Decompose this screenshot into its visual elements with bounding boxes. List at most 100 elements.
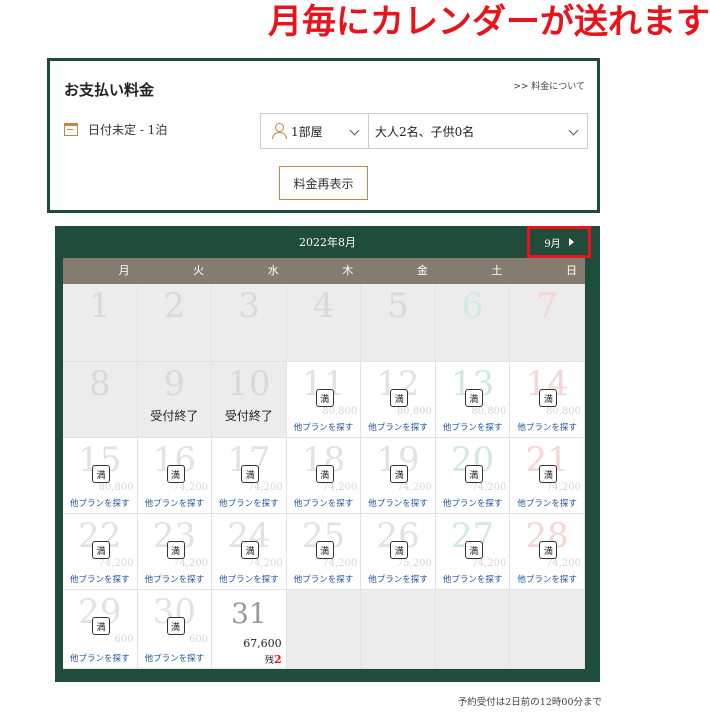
day-price: 74,200	[247, 482, 283, 493]
calendar-day-cell: 27 74,200 満他プランを探す	[435, 514, 511, 590]
person-icon	[271, 123, 287, 139]
find-other-plan-link[interactable]: 他プランを探す	[63, 497, 137, 509]
full-badge[interactable]: 満	[241, 465, 260, 483]
room-guest-selector: 1部屋 大人2名、子供0名	[260, 113, 588, 149]
calendar-day-cell: 1	[63, 284, 138, 362]
day-price: 600	[114, 634, 134, 645]
next-month-label: 9月	[544, 238, 561, 250]
calendar-day-cell	[361, 590, 436, 669]
day-price: 67,600	[243, 637, 282, 650]
find-other-plan-link[interactable]: 他プランを探す	[361, 497, 435, 509]
calendar-day-cell	[286, 590, 362, 669]
calendar-day-cell: 6	[435, 284, 511, 362]
full-badge[interactable]: 満	[464, 389, 483, 407]
calendar-day-cell: 26 75,200 満他プランを探す	[361, 514, 436, 590]
promo-headline: 月毎にカレンダーが送れます	[268, 2, 710, 42]
full-badge[interactable]: 満	[315, 465, 334, 483]
date-text: 日付未定 - 1泊	[88, 123, 168, 137]
day-price: 74,200	[322, 482, 358, 493]
find-other-plan-link[interactable]: 他プランを探す	[138, 652, 212, 664]
full-badge[interactable]: 満	[539, 465, 558, 483]
full-badge[interactable]: 満	[464, 465, 483, 483]
find-other-plan-link[interactable]: 他プランを探す	[361, 573, 435, 585]
full-badge[interactable]: 満	[241, 541, 260, 559]
day-price: 80,800	[545, 406, 581, 417]
remaining-label: 残	[265, 656, 275, 666]
full-badge[interactable]: 満	[166, 465, 185, 483]
calendar-day-cell: 9 受付終了	[137, 362, 213, 438]
remaining-count: 2	[274, 653, 282, 666]
calendar-day-cell: 24 74,200 満他プランを探す	[212, 514, 287, 590]
calendar-day-cell: 25 74,200 満他プランを探す	[286, 514, 362, 590]
calendar-day-cell: 5	[361, 284, 436, 362]
date-selector[interactable]: 日付未定 - 1泊	[64, 121, 167, 138]
calendar-day-cell: 12 80,800 満他プランを探す	[361, 362, 436, 438]
day-number: 5	[387, 286, 409, 326]
day-price: 74,200	[545, 558, 581, 569]
day-price: 74,200	[396, 482, 432, 493]
weekday-wed: 水	[267, 264, 279, 277]
find-other-plan-link[interactable]: 他プランを探す	[510, 497, 584, 509]
chevron-down-icon	[349, 125, 360, 136]
full-badge[interactable]: 満	[166, 617, 185, 635]
weekday-thu: 木	[342, 264, 354, 277]
day-price: 600	[189, 634, 209, 645]
redisplay-price-button[interactable]: 料金再表示	[279, 166, 368, 200]
calendar-day-cell: 11 80,800 満他プランを探す	[286, 362, 362, 438]
full-badge[interactable]: 満	[539, 389, 558, 407]
day-price: 74,200	[545, 482, 581, 493]
day-number: 2	[163, 286, 186, 326]
weekday-mon: 月	[118, 264, 130, 277]
full-badge[interactable]: 満	[390, 541, 409, 559]
weekday-sat: 土	[491, 264, 503, 277]
calendar-day-cell[interactable]: 31 67,600 残2	[212, 590, 287, 669]
guest-select[interactable]: 大人2名、子供0名	[369, 114, 587, 148]
room-select[interactable]: 1部屋	[261, 114, 369, 148]
full-badge[interactable]: 満	[166, 541, 185, 559]
find-other-plan-link[interactable]: 他プランを探す	[510, 573, 584, 585]
find-other-plan-link[interactable]: 他プランを探す	[212, 573, 286, 585]
calendar-day-cell: 8	[63, 362, 138, 438]
calendar-day-cell: 7	[510, 284, 585, 362]
day-price: 80,800	[471, 406, 507, 417]
calendar-day-cell: 29 600 満他プランを探す	[63, 590, 138, 669]
full-badge[interactable]: 満	[539, 541, 558, 559]
find-other-plan-link[interactable]: 他プランを探す	[361, 421, 435, 433]
day-price: 74,200	[471, 558, 507, 569]
find-other-plan-link[interactable]: 他プランを探す	[287, 497, 361, 509]
day-price: 75,200	[396, 558, 432, 569]
chevron-down-icon	[568, 125, 579, 136]
find-other-plan-link[interactable]: 他プランを探す	[138, 497, 212, 509]
full-badge[interactable]: 満	[390, 465, 409, 483]
find-other-plan-link[interactable]: 他プランを探す	[287, 421, 361, 433]
full-badge[interactable]: 満	[464, 541, 483, 559]
day-number: 7	[536, 286, 558, 326]
find-other-plan-link[interactable]: 他プランを探す	[287, 573, 361, 585]
day-price: 80,800	[98, 482, 134, 493]
find-other-plan-link[interactable]: 他プランを探す	[436, 497, 510, 509]
full-badge[interactable]: 満	[315, 389, 334, 407]
full-badge[interactable]: 満	[92, 541, 110, 559]
day-number: 6	[461, 286, 484, 326]
find-other-plan-link[interactable]: 他プランを探す	[436, 421, 510, 433]
full-badge[interactable]: 満	[390, 389, 409, 407]
day-number: 8	[88, 364, 111, 404]
find-other-plan-link[interactable]: 他プランを探す	[212, 497, 286, 509]
full-badge[interactable]: 満	[315, 541, 334, 559]
day-price: 74,200	[322, 558, 358, 569]
find-other-plan-link[interactable]: 他プランを探す	[63, 573, 137, 585]
weekday-sun: 日	[565, 264, 577, 277]
calendar-day-cell: 18 74,200 満他プランを探す	[286, 438, 362, 514]
find-other-plan-link[interactable]: 他プランを探す	[510, 421, 584, 433]
calendar-day-cell: 16 74,200 満他プランを探す	[137, 438, 213, 514]
find-other-plan-link[interactable]: 他プランを探す	[138, 573, 212, 585]
next-month-button[interactable]: 9月	[527, 226, 591, 258]
calendar-day-cell: 14 80,800 満他プランを探す	[510, 362, 585, 438]
fee-info-link[interactable]: >> 料金について	[513, 79, 585, 92]
remaining-rooms: 残2	[265, 653, 282, 666]
find-other-plan-link[interactable]: 他プランを探す	[436, 573, 510, 585]
full-badge[interactable]: 満	[92, 465, 110, 483]
calendar-day-cell: 30 600 満他プランを探す	[137, 590, 213, 669]
full-badge[interactable]: 満	[92, 617, 110, 635]
find-other-plan-link[interactable]: 他プランを探す	[63, 652, 137, 664]
